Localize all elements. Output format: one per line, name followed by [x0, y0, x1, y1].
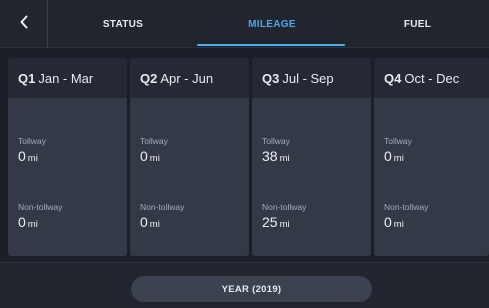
- quarter-number: Q1: [18, 70, 36, 86]
- quarter-card-q2[interactable]: Q2 Apr - Jun Tollway 0 mi Non-tollway 0 mi: [130, 58, 249, 256]
- tab-mileage[interactable]: MILEAGE: [198, 0, 346, 48]
- quarter-number: Q2: [140, 70, 158, 86]
- quarter-header: Q4 Oct - Dec: [374, 58, 489, 98]
- quarter-range: Apr - Jun: [160, 70, 214, 86]
- quarter-card-q3[interactable]: Q3 Jul - Sep Tollway 38 mi Non-tollway 25…: [252, 58, 371, 256]
- tollway-label: Tollway: [262, 136, 290, 146]
- quarter-card-q1[interactable]: Q1 Jan - Mar Tollway 0 mi Non-tollway 0 mi: [8, 58, 127, 256]
- bottom-bar: YEAR (2019): [0, 262, 489, 308]
- chevron-left-icon: [19, 15, 29, 34]
- active-tab-indicator: [197, 44, 345, 46]
- quarter-header: Q3 Jul - Sep: [252, 58, 371, 98]
- quarter-number: Q3: [262, 70, 280, 86]
- tollway-value: 38 mi: [262, 148, 290, 164]
- year-selector-button[interactable]: YEAR (2019): [131, 276, 372, 302]
- nontollway-label: Non-tollway: [140, 202, 185, 212]
- quarter-range: Oct - Dec: [404, 70, 460, 86]
- nontollway-label: Non-tollway: [384, 202, 429, 212]
- quarter-range: Jul - Sep: [282, 70, 334, 86]
- tollway-value: 0 mi: [140, 148, 160, 164]
- tollway-value: 0 mi: [384, 148, 404, 164]
- back-button[interactable]: [0, 0, 48, 48]
- nontollway-value: 0 mi: [140, 214, 160, 230]
- tollway-value: 0 mi: [18, 148, 38, 164]
- top-tab-bar: STATUS MILEAGE FUEL: [0, 0, 489, 48]
- mileage-screen: STATUS MILEAGE FUEL Q1 Jan - Mar Tollway…: [0, 0, 489, 308]
- nontollway-label: Non-tollway: [18, 202, 63, 212]
- tab-status[interactable]: STATUS: [48, 0, 198, 48]
- quarter-header: Q1 Jan - Mar: [8, 58, 127, 98]
- tab-fuel[interactable]: FUEL: [346, 0, 489, 48]
- quarter-cards: Q1 Jan - Mar Tollway 0 mi Non-tollway 0 mi…: [8, 58, 489, 256]
- quarter-card-q4[interactable]: Q4 Oct - Dec Tollway 0 mi Non-tollway 0 mi: [374, 58, 489, 256]
- quarter-header: Q2 Apr - Jun: [130, 58, 249, 98]
- quarter-number: Q4: [384, 70, 402, 86]
- tollway-label: Tollway: [18, 136, 46, 146]
- nontollway-value: 0 mi: [18, 214, 38, 230]
- nontollway-label: Non-tollway: [262, 202, 307, 212]
- quarter-range: Jan - Mar: [38, 70, 94, 86]
- nontollway-value: 25 mi: [262, 214, 290, 230]
- tollway-label: Tollway: [384, 136, 412, 146]
- nontollway-value: 0 mi: [384, 214, 404, 230]
- tollway-label: Tollway: [140, 136, 168, 146]
